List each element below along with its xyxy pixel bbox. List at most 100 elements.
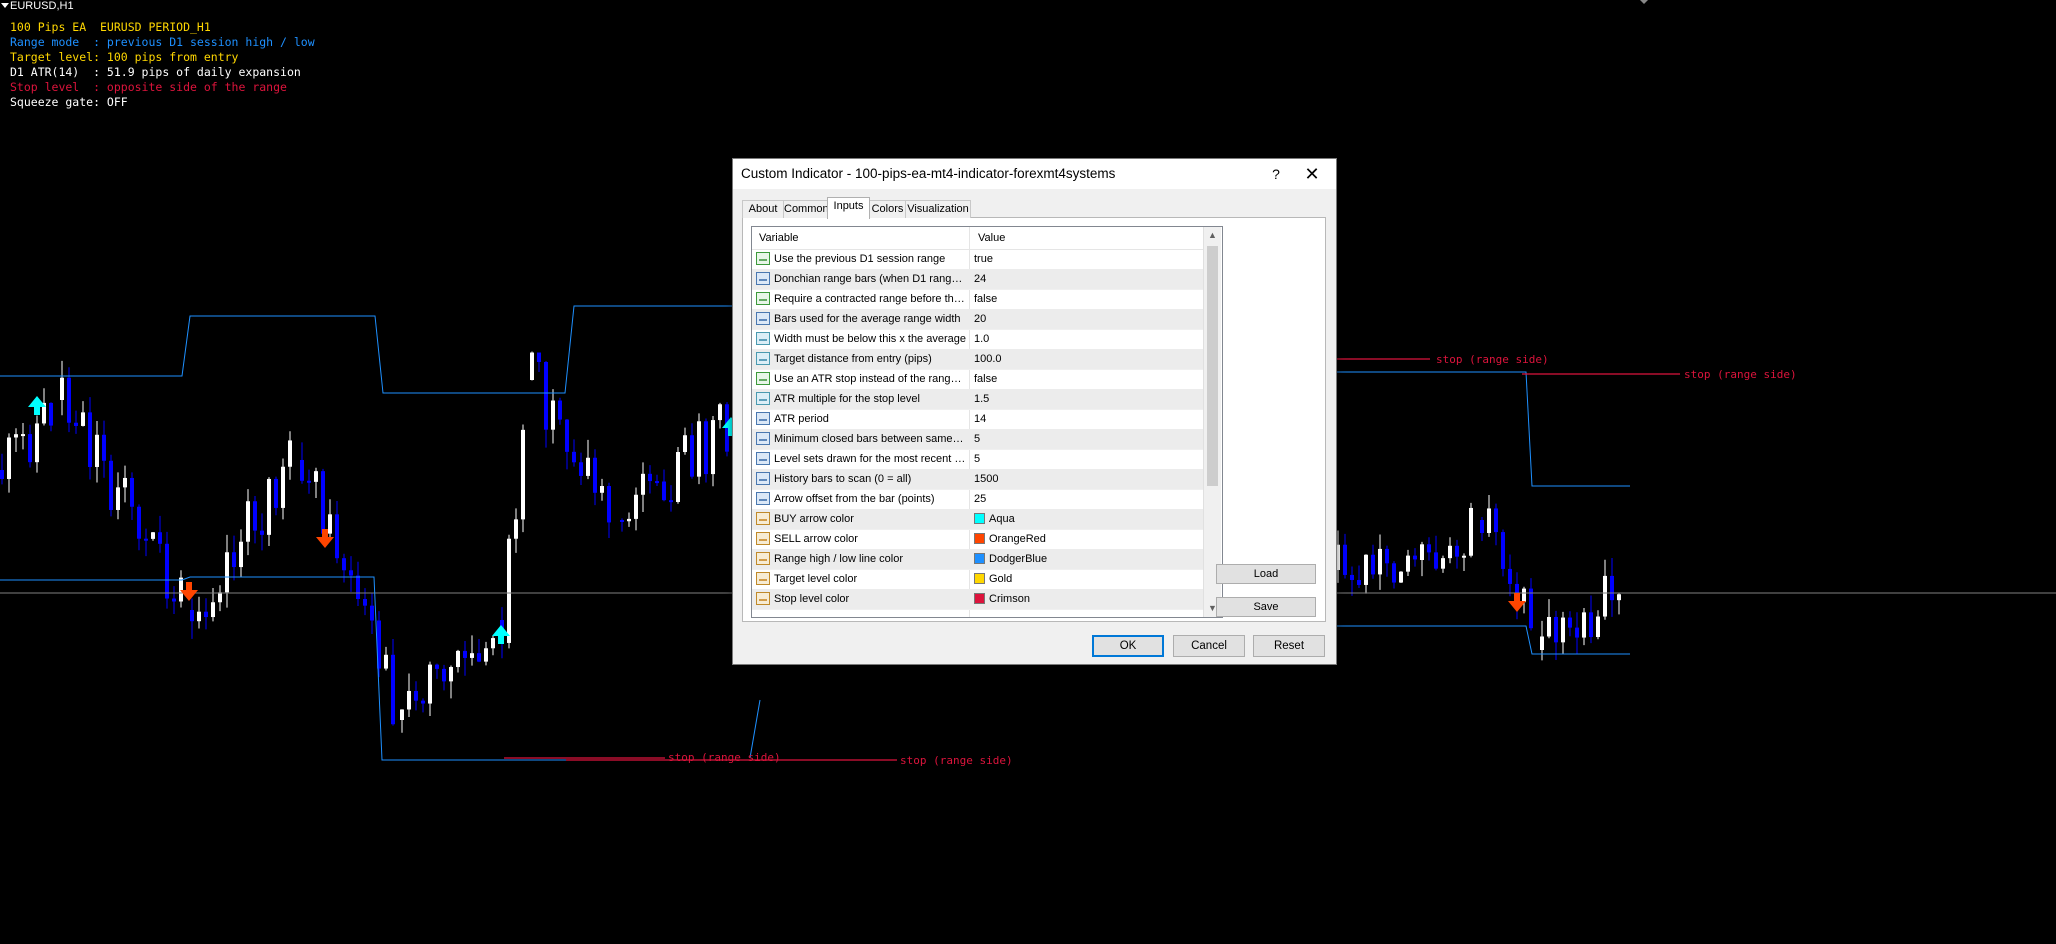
candle-body	[586, 457, 590, 476]
int-type-icon	[756, 412, 770, 425]
input-row[interactable]: Bars used for the average range width 20	[752, 309, 1203, 330]
cancel-button[interactable]: Cancel	[1173, 635, 1245, 657]
candle-body	[211, 602, 215, 618]
input-value[interactable]: 5	[974, 449, 1199, 469]
vertical-scrollbar[interactable]: ▲ ▼	[1203, 227, 1221, 617]
double-type-icon	[756, 352, 770, 365]
help-button[interactable]: ?	[1265, 164, 1287, 184]
save-button[interactable]: Save	[1216, 597, 1316, 617]
bool-type-icon	[756, 292, 770, 305]
candle-body	[648, 473, 652, 482]
candle-body	[281, 466, 285, 508]
candle-body	[1441, 558, 1445, 569]
input-name: Arrow offset from the bar (points)	[774, 493, 935, 505]
input-name: Donchian range bars (when D1 range i...	[774, 273, 966, 285]
tab-visualization[interactable]: Visualization	[905, 200, 971, 218]
candle-body	[565, 419, 569, 452]
int-type-icon	[756, 472, 770, 485]
candle-body	[676, 452, 680, 502]
candle-body	[514, 519, 518, 539]
input-row[interactable]: Use the previous D1 session range true	[752, 249, 1203, 270]
input-value[interactable]: 1.0	[974, 329, 1199, 349]
chevron-down-icon[interactable]	[1, 3, 9, 8]
candle-body	[491, 638, 495, 649]
reset-button[interactable]: Reset	[1253, 635, 1325, 657]
input-row[interactable]: ATR period 14	[752, 409, 1203, 430]
input-row[interactable]: Width must be below this x the average 1.…	[752, 329, 1203, 350]
custom-indicator-dialog: Custom Indicator - 100-pips-ea-mt4-indic…	[732, 158, 1337, 665]
int-type-icon	[756, 312, 770, 325]
input-row[interactable]: SELL arrow color OrangeRed	[752, 529, 1203, 550]
candle-body	[130, 477, 134, 507]
tab-about[interactable]: About	[742, 200, 784, 218]
dialog-titlebar[interactable]: Custom Indicator - 100-pips-ea-mt4-indic…	[733, 159, 1336, 189]
candle-body	[300, 460, 304, 481]
chart-symbol-label[interactable]: EURUSD,H1	[1, 0, 74, 12]
range-high-line	[0, 305, 760, 394]
input-row[interactable]: Target level color Gold	[752, 569, 1203, 590]
input-value[interactable]: 20	[974, 309, 1199, 329]
input-value[interactable]: 25	[974, 489, 1199, 509]
column-header-value[interactable]: Value	[978, 227, 1005, 249]
input-value[interactable]: 1500	[974, 469, 1199, 489]
tab-colors[interactable]: Colors	[869, 200, 906, 218]
candle-body	[627, 518, 631, 522]
input-row[interactable]: Donchian range bars (when D1 range i... 2…	[752, 269, 1203, 290]
tab-inputs[interactable]: Inputs	[827, 197, 870, 219]
input-value[interactable]: 24	[974, 269, 1199, 289]
inputs-grid[interactable]: Variable Value Use the previous D1 sessi…	[751, 226, 1223, 618]
input-row[interactable]: Stop level color Crimson	[752, 589, 1203, 610]
input-row[interactable]: Minimum closed bars between same-si... 5	[752, 429, 1203, 450]
input-row[interactable]: Use an ATR stop instead of the range ...…	[752, 369, 1203, 390]
candle-body	[49, 402, 53, 426]
ok-button[interactable]: OK	[1092, 635, 1164, 657]
overlay-line: 100 Pips EA EURUSD PERIOD_H1	[10, 20, 211, 34]
close-button[interactable]: ✕	[1299, 162, 1325, 186]
candle-body	[321, 471, 325, 534]
tab-common[interactable]: Common	[783, 200, 829, 218]
candle-body	[7, 437, 11, 479]
input-row[interactable]: Target distance from entry (pips) 100.0	[752, 349, 1203, 370]
candle-body	[1343, 544, 1347, 575]
candle-body	[1610, 575, 1614, 601]
input-value[interactable]: 1.5	[974, 389, 1199, 409]
candle-body	[641, 473, 645, 495]
double-type-icon	[756, 332, 770, 345]
input-value[interactable]: false	[974, 289, 1199, 309]
input-value[interactable]: 5	[974, 429, 1199, 449]
candle-body	[1378, 548, 1382, 575]
input-value[interactable]: Aqua	[974, 509, 1199, 529]
overlay-line: Range mode : previous D1 session high / …	[10, 35, 315, 49]
candle-body	[690, 435, 694, 477]
column-header-variable[interactable]: Variable	[759, 227, 799, 249]
input-row[interactable]: Require a contracted range before the ..…	[752, 289, 1203, 310]
input-row[interactable]: Range high / low line color DodgerBlue	[752, 549, 1203, 570]
scrollbar-thumb[interactable]	[1207, 246, 1218, 486]
load-button[interactable]: Load	[1216, 564, 1316, 584]
input-value[interactable]: Crimson	[974, 589, 1199, 609]
scroll-up-icon[interactable]: ▲	[1204, 227, 1221, 244]
input-value[interactable]: 100.0	[974, 349, 1199, 369]
input-value[interactable]: 14	[974, 409, 1199, 429]
input-row[interactable]: ATR multiple for the stop level 1.5	[752, 389, 1203, 410]
candle-body	[683, 435, 687, 453]
input-row[interactable]: Arrow offset from the bar (points) 25	[752, 489, 1203, 510]
candle-body	[1385, 548, 1389, 564]
input-value[interactable]: OrangeRed	[974, 529, 1199, 549]
candle-body	[144, 538, 148, 541]
bool-type-icon	[756, 372, 770, 385]
candle-body	[1357, 580, 1361, 585]
candle-body	[274, 478, 278, 508]
input-row[interactable]: History bars to scan (0 = all) 1500	[752, 469, 1203, 490]
dialog-title: Custom Indicator - 100-pips-ea-mt4-indic…	[741, 166, 1116, 181]
input-value[interactable]: Gold	[974, 569, 1199, 589]
candle-body	[35, 423, 39, 463]
input-row[interactable]: Level sets drawn for the most recent si.…	[752, 449, 1203, 470]
input-value[interactable]: true	[974, 249, 1199, 269]
input-value[interactable]: false	[974, 369, 1199, 389]
stop-label: stop (range side)	[1436, 353, 1549, 366]
input-row[interactable]: BUY arrow color Aqua	[752, 509, 1203, 530]
input-value[interactable]: DodgerBlue	[974, 549, 1199, 569]
candle-body	[67, 377, 71, 423]
chevron-down-icon[interactable]	[1640, 0, 1648, 4]
